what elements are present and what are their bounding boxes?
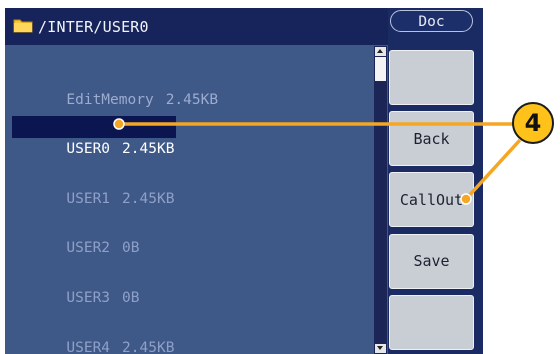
leader-dot-user0 [113, 118, 125, 130]
callout-leaders [113, 118, 522, 205]
leader-line-callout [464, 138, 522, 201]
callout-number-badge: 4 [512, 102, 554, 144]
leader-dot-callout [460, 193, 472, 205]
